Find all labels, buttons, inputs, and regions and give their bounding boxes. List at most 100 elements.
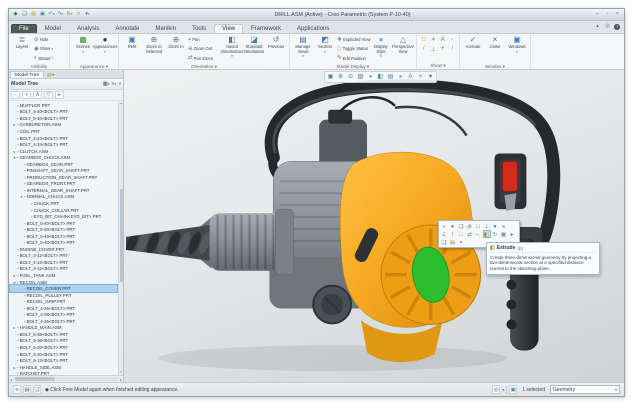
- model-tree-toggle-icon[interactable]: ≡: [13, 385, 21, 394]
- project-icon[interactable]: ⌐: [474, 230, 482, 238]
- revolve-icon[interactable]: ↻: [491, 230, 499, 238]
- tag-icon[interactable]: ▾: [491, 222, 499, 230]
- ribbon-tab[interactable]: Analysis: [69, 24, 107, 34]
- ribbon-button[interactable]: +Pan: [187, 35, 221, 44]
- shading-icon[interactable]: ●: [366, 73, 375, 82]
- ribbon-button[interactable]: △Perspective View: [392, 35, 414, 63]
- extrude-icon[interactable]: ◧: [483, 230, 491, 238]
- window-control-button[interactable]: ▫: [604, 10, 611, 19]
- scroll-left-icon[interactable]: ◂: [10, 377, 12, 382]
- selection-filter-dropdown[interactable]: Geometry ▾: [550, 385, 620, 394]
- ribbon-tab[interactable]: Model: [37, 24, 69, 34]
- paint-appearance-icon[interactable]: +: [440, 222, 448, 230]
- 3d-viewport[interactable]: ▣⊕⊖▧●◧▤●A+▾ +●❏⊘□⊥▾≡ ∠/□⇄⌐◧↻▦▸ ❏▤× ◧ Ext…: [124, 70, 624, 382]
- view-manager-icon[interactable]: ▤: [386, 73, 395, 82]
- tree-vertical-scrollbar[interactable]: ▴ ▾: [118, 101, 123, 375]
- appearance-gallery-icon[interactable]: ●: [449, 222, 457, 230]
- tree-header-button[interactable]: »: [118, 81, 121, 87]
- tree-header-button[interactable]: ≡▾: [112, 81, 117, 87]
- quick-access-button[interactable]: ▾▾: [84, 11, 91, 18]
- filter-icon[interactable]: ▽: [44, 91, 53, 99]
- clear-appearance-icon[interactable]: ⊘: [466, 222, 474, 230]
- tab-model-tree[interactable]: Model Tree: [10, 71, 44, 78]
- chuck-collar[interactable]: [275, 209, 293, 275]
- scroll-thumb[interactable]: [120, 189, 123, 282]
- ribbon-button[interactable]: ✓Activate: [462, 35, 484, 63]
- ribbon-tab[interactable]: Tools: [184, 24, 214, 34]
- plane-icon[interactable]: □: [457, 230, 465, 238]
- command-search-icon[interactable]: ◎: [604, 23, 611, 30]
- ribbon-tab[interactable]: Annotate: [107, 24, 147, 34]
- find-dropdown-arrow-icon[interactable]: ▾: [502, 387, 504, 392]
- display-style-icon[interactable]: ●: [396, 73, 405, 82]
- ribbon-button[interactable]: ⊕Zoom In: [165, 35, 187, 63]
- ribbon-button[interactable]: A: [438, 35, 448, 45]
- ribbon-group-label[interactable]: Show ▾: [419, 62, 457, 69]
- quick-access-button[interactable]: ▤: [30, 11, 37, 18]
- drill-bit[interactable]: [124, 225, 214, 261]
- ribbon-button[interactable]: ⊕Zoom to Selected: [143, 35, 165, 63]
- scroll-thumb[interactable]: [15, 377, 55, 381]
- offset-icon[interactable]: ⇄: [466, 230, 474, 238]
- annotations-icon[interactable]: A: [406, 73, 415, 82]
- ribbon-button[interactable]: ⊖Zoom Out: [187, 44, 221, 53]
- ribbon-button[interactable]: ▫: [448, 35, 458, 45]
- quick-access-button[interactable]: ▣: [39, 11, 46, 18]
- ribbon-button[interactable]: ◐Status▾: [33, 54, 67, 63]
- new-window-icon[interactable]: ❏: [33, 385, 41, 394]
- mini-menu-icon[interactable]: ≡: [500, 222, 508, 230]
- ribbon-tab[interactable]: File: [11, 24, 37, 34]
- normal-vector-icon[interactable]: ⊥: [483, 222, 491, 230]
- ribbon-button[interactable]: □: [419, 35, 429, 45]
- ribbon-button[interactable]: ≣Layers: [11, 35, 33, 63]
- refit-icon[interactable]: ▣: [326, 73, 335, 82]
- tree-header-button[interactable]: ▥▾: [103, 81, 110, 87]
- tree-horizontal-scrollbar[interactable]: ◂ ▸: [9, 375, 123, 382]
- ribbon-button[interactable]: ❖Exploded View: [336, 35, 370, 44]
- ribbon-tab[interactable]: Applications: [289, 24, 337, 34]
- spin-center-icon[interactable]: +: [416, 73, 425, 82]
- window-control-button[interactable]: –: [594, 10, 601, 19]
- ribbon-button[interactable]: ✎Edit Position: [336, 54, 370, 63]
- quick-access-button[interactable]: ❏: [21, 11, 28, 18]
- ribbon-button[interactable]: ⊘Hide: [33, 35, 67, 44]
- chuck-body[interactable]: [210, 213, 284, 271]
- ribbon-group-label[interactable]: Appearance ▾: [72, 63, 116, 70]
- quick-access-button[interactable]: ↻▾: [66, 11, 73, 18]
- ribbon-button[interactable]: ◉Show▾: [33, 44, 67, 53]
- ribbon-button[interactable]: /: [448, 45, 458, 55]
- ribbon-button[interactable]: ◩Section▾: [314, 35, 336, 63]
- paste-icon[interactable]: ▤: [449, 238, 457, 246]
- ribbon-button[interactable]: +: [438, 45, 448, 55]
- zoom-out-icon[interactable]: ⊖: [346, 73, 355, 82]
- quick-access-button[interactable]: ◆: [12, 11, 19, 18]
- help-icon[interactable]: ?: [614, 24, 620, 30]
- quick-access-button[interactable]: ↷▾: [57, 11, 64, 18]
- ribbon-tab[interactable]: Manikin: [147, 24, 184, 34]
- saved-orientations-icon[interactable]: ◧: [376, 73, 385, 82]
- spark-plug-wire[interactable]: [340, 97, 395, 111]
- ribbon-button[interactable]: ◧Saved Orientations▾: [221, 35, 243, 63]
- ribbon-tab[interactable]: View: [214, 24, 243, 34]
- ribbon-button[interactable]: ▣Windows▾: [506, 35, 528, 63]
- ribbon-button[interactable]: ◪Standard Orientation: [243, 35, 265, 63]
- select-box-icon[interactable]: □: [474, 222, 482, 230]
- ribbon-button[interactable]: /: [419, 45, 429, 55]
- copy-icon[interactable]: ❏: [440, 238, 448, 246]
- ribbon-group-label[interactable]: Model Display ▾: [292, 63, 414, 70]
- ribbon-button[interactable]: ◻Toggle Status: [336, 44, 370, 53]
- line-icon[interactable]: /: [449, 230, 457, 238]
- selection-buffer-button[interactable]: ▣: [509, 385, 517, 394]
- delete-icon[interactable]: ×: [457, 238, 465, 246]
- favorites-icon[interactable]: ★: [51, 72, 55, 77]
- ribbon-group-label[interactable]: Window ▾: [462, 63, 528, 70]
- toolbar-more-icon[interactable]: ▾: [426, 73, 435, 82]
- ribbon-group-label[interactable]: Orientation ▾: [121, 63, 287, 70]
- window-control-button[interactable]: ×: [614, 10, 621, 19]
- ribbon-button[interactable]: ×Close: [484, 35, 506, 63]
- ribbon-button[interactable]: ↺Previous: [265, 35, 287, 63]
- browser-toggle-icon[interactable]: ▤: [23, 385, 31, 394]
- status-find-button[interactable]: ◎: [492, 385, 500, 394]
- scroll-up-icon[interactable]: ▴: [119, 101, 123, 106]
- ribbon-button[interactable]: ▦Scenes▾: [72, 35, 94, 63]
